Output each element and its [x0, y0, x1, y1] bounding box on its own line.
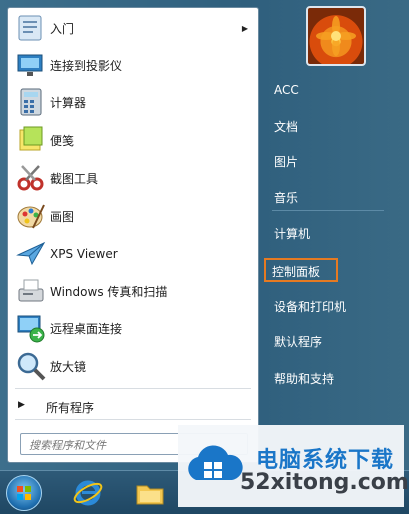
program-label: 截图工具: [50, 172, 99, 186]
program-getting-started[interactable]: 入门 ▶: [8, 10, 258, 47]
start-menu: 入门 ▶ 连接到投影仪 计算器 便笺 截图工具 画图 XPS Viewer Wi…: [0, 0, 409, 470]
menu-item-computer[interactable]: 计算机: [266, 220, 386, 244]
magnifier-icon: [17, 352, 46, 381]
program-paint[interactable]: 画图: [8, 198, 258, 235]
program-calculator[interactable]: 计算器: [8, 84, 258, 121]
program-connect-projector[interactable]: 连接到投影仪: [8, 47, 258, 84]
paint-icon: [17, 204, 45, 229]
program-label: 连接到投影仪: [50, 59, 123, 73]
explorer-folder-icon[interactable]: [134, 477, 166, 509]
menu-item-acc[interactable]: ACC: [266, 78, 386, 102]
menu-item-control-panel[interactable]: 控制面板: [264, 258, 338, 282]
program-label: 计算器: [50, 96, 87, 110]
program-label: Windows 传真和扫描: [50, 285, 168, 299]
menu-item-music[interactable]: 音乐: [266, 184, 386, 208]
program-magnifier[interactable]: 放大镜: [8, 348, 258, 385]
fax-scan-icon: [18, 279, 44, 302]
program-label: 画图: [50, 210, 75, 224]
program-label: 便笺: [50, 134, 75, 148]
menu-item-label: 计算机: [274, 227, 311, 241]
expand-arrow-icon: ▶: [18, 400, 25, 410]
watermark-url: 52xitong.com: [240, 470, 409, 495]
all-programs-label: 所有程序: [46, 401, 95, 415]
menu-item-label: 帮助和支持: [274, 372, 335, 386]
snipping-tool-icon: [17, 165, 44, 191]
program-remote-desktop[interactable]: 远程桌面连接: [8, 310, 258, 347]
user-avatar[interactable]: [306, 6, 366, 66]
programs-pane: 入门 ▶ 连接到投影仪 计算器 便笺 截图工具 画图 XPS Viewer Wi…: [7, 7, 259, 463]
menu-item-pictures[interactable]: 图片: [266, 148, 386, 172]
program-snipping-tool[interactable]: 截图工具: [8, 160, 258, 197]
menu-item-label: ACC: [274, 83, 299, 97]
menu-item-devices-printers[interactable]: 设备和打印机: [266, 293, 386, 317]
all-programs-button[interactable]: ▶ 所有程序: [8, 395, 258, 417]
program-label: 入门: [50, 22, 75, 36]
start-button[interactable]: [6, 475, 42, 511]
menu-item-label: 图片: [274, 155, 299, 169]
program-sticky-notes[interactable]: 便笺: [8, 122, 258, 159]
menu-item-label: 设备和打印机: [274, 300, 347, 314]
program-label: 放大镜: [50, 360, 87, 374]
menu-item-label: 文档: [274, 120, 299, 134]
projector-icon: [17, 54, 43, 76]
search-placeholder: 搜索程序和文件: [29, 439, 106, 452]
program-label: 远程桌面连接: [50, 322, 123, 336]
program-xps-viewer[interactable]: XPS Viewer: [8, 235, 258, 272]
separator: [272, 210, 384, 211]
calculator-icon: [20, 88, 42, 116]
cloud-logo-icon: [188, 445, 243, 480]
separator: [15, 419, 251, 420]
menu-item-label: 音乐: [274, 191, 299, 205]
windows-logo-icon: [17, 486, 31, 500]
internet-explorer-icon[interactable]: [72, 477, 104, 509]
menu-item-default-programs[interactable]: 默认程序: [266, 328, 386, 352]
program-label: XPS Viewer: [50, 246, 118, 261]
menu-item-label: 默认程序: [274, 335, 323, 349]
sticky-notes-icon: [19, 126, 43, 151]
menu-item-help-support[interactable]: 帮助和支持: [266, 365, 386, 389]
getting-started-icon: [18, 15, 42, 41]
submenu-arrow-icon: ▶: [241, 24, 248, 33]
flower-icon: [316, 16, 356, 56]
program-fax-scan[interactable]: Windows 传真和扫描: [8, 273, 258, 310]
xps-viewer-icon: [16, 241, 46, 266]
menu-item-label: 控制面板: [272, 265, 321, 279]
menu-item-documents[interactable]: 文档: [266, 113, 386, 137]
separator: [15, 388, 251, 389]
remote-desktop-icon: [17, 315, 45, 343]
